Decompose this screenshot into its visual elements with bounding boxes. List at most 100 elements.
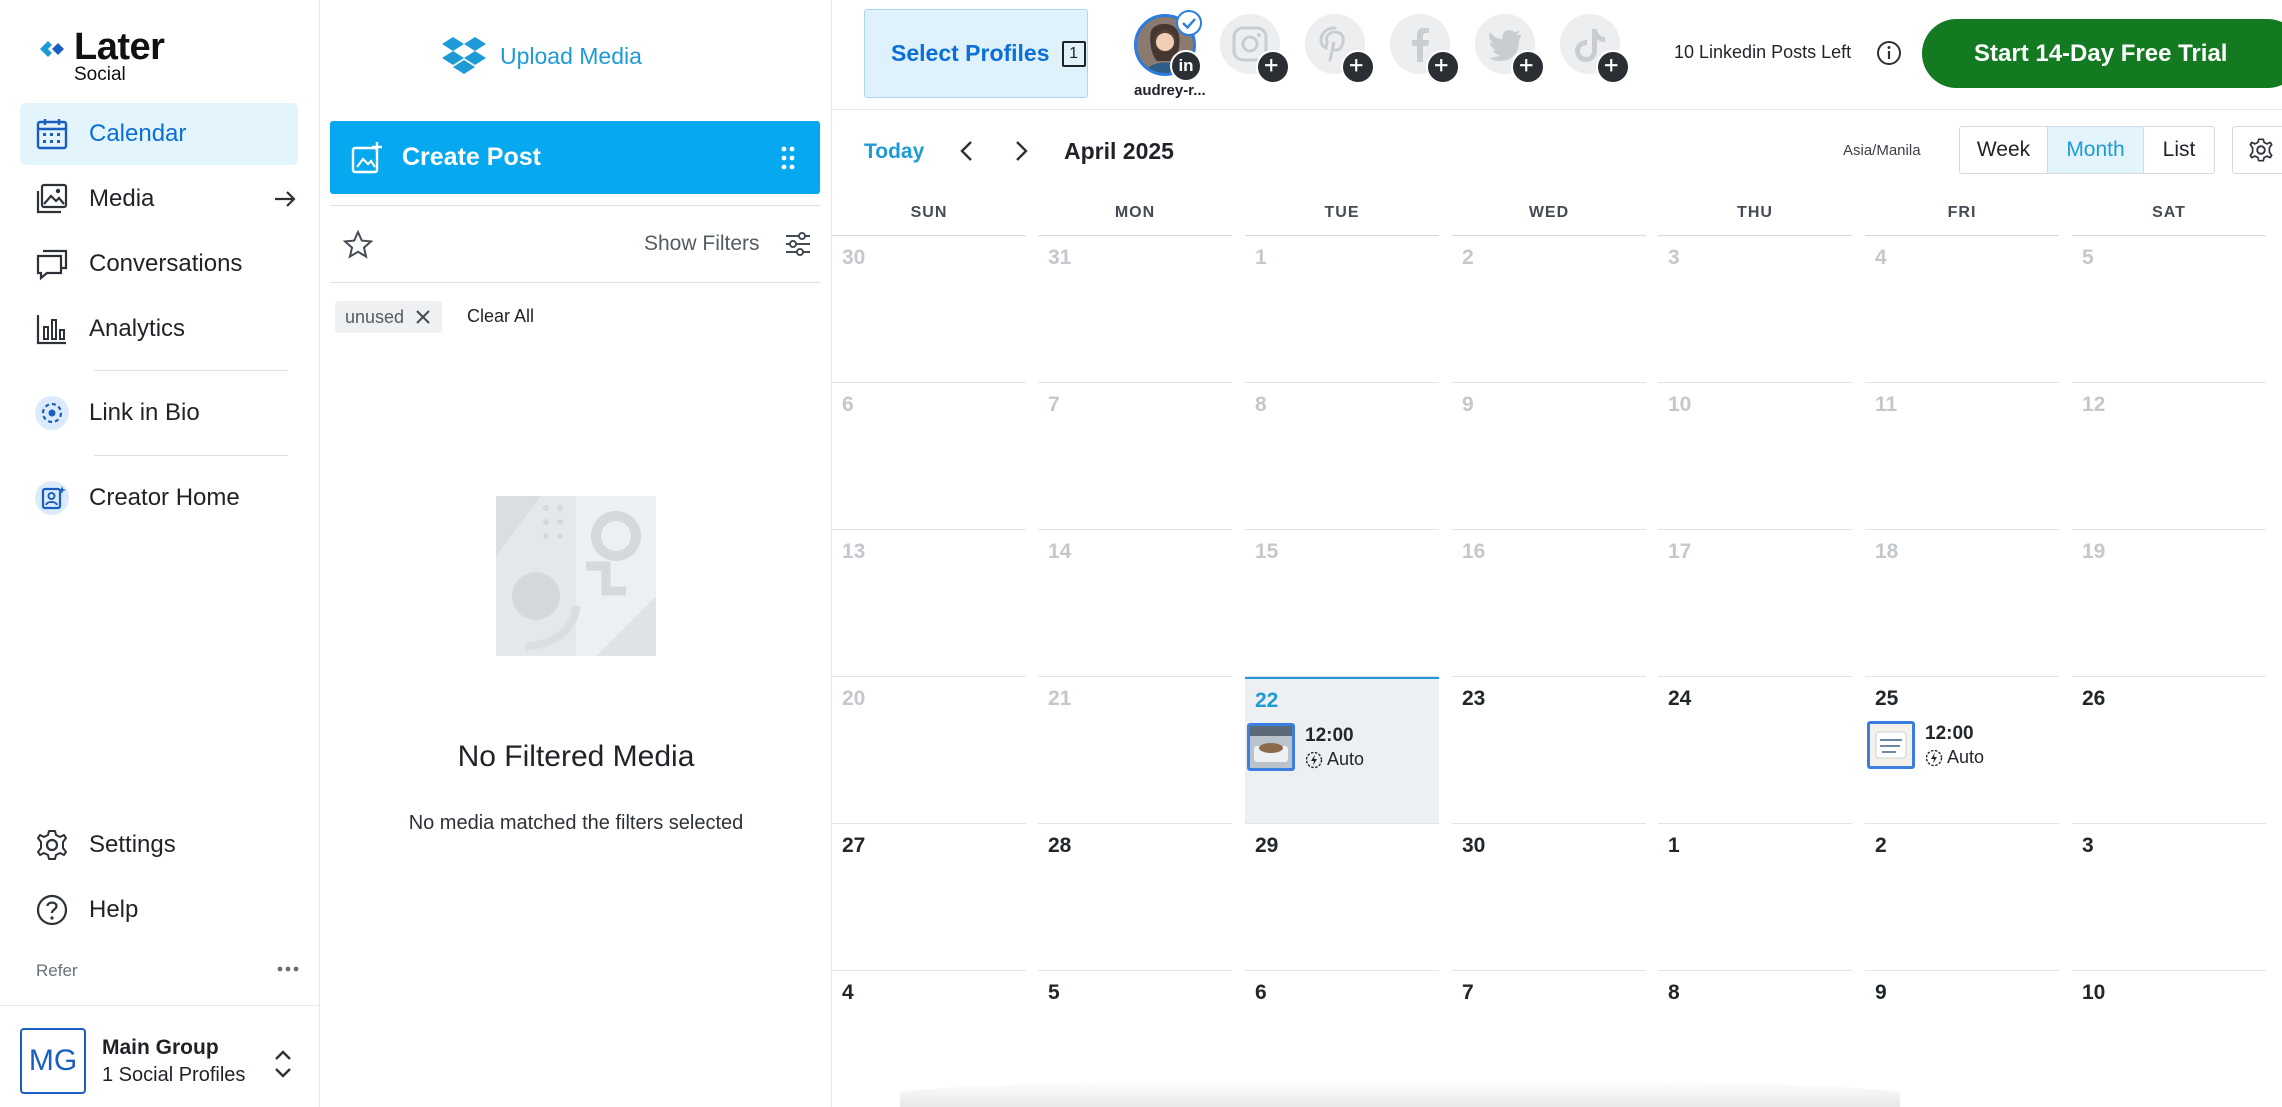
calendar-day-cell[interactable]: 23 [1452, 677, 1646, 824]
calendar-day-cell[interactable]: 2 [1865, 824, 2059, 971]
calendar-day-cell[interactable]: 7 [1038, 383, 1232, 530]
calendar-day-cell[interactable]: 17 [1658, 530, 1852, 677]
start-free-trial-button[interactable]: Start 14-Day Free Trial [1922, 19, 2282, 88]
timezone-label[interactable]: Asia/Manila [1843, 142, 1921, 159]
calendar-day-cell[interactable]: 30 [1452, 824, 1646, 971]
profile-linkedin-active[interactable]: in [1134, 10, 1202, 82]
chevron-right-icon[interactable] [1008, 138, 1034, 164]
add-facebook-profile[interactable] [1390, 14, 1460, 84]
nav-analytics[interactable]: Analytics [20, 298, 298, 360]
create-post-button[interactable]: Create Post [330, 121, 820, 194]
logo-word: Later [74, 26, 165, 68]
later-logo[interactable]: Later Social [38, 26, 198, 86]
calendar-day-cell[interactable]: 21 [1038, 677, 1232, 824]
calendar-day-cell[interactable]: 16 [1452, 530, 1646, 677]
panel-divider [330, 282, 820, 283]
calendar-day-cell[interactable]: 28 [1038, 824, 1232, 971]
calendar-day-cell[interactable]: 10 [2072, 971, 2266, 1107]
scheduled-post[interactable]: 12:00 Auto [1247, 723, 1427, 775]
calendar-day-cell[interactable]: 26 [2072, 677, 2266, 824]
help-icon [34, 892, 70, 928]
calendar-day-cell[interactable]: 13 [832, 530, 1026, 677]
empty-media-illustration [496, 496, 656, 656]
filter-chip-unused[interactable]: unused [335, 301, 443, 333]
calendar-day-cell[interactable]: 10 [1658, 383, 1852, 530]
calendar-day-cell[interactable]: 18 [1865, 530, 2059, 677]
calendar-day-cell[interactable]: 9 [1452, 383, 1646, 530]
upload-media-button[interactable]: Upload Media [442, 34, 742, 78]
close-icon[interactable] [414, 308, 432, 326]
add-pinterest-profile[interactable] [1305, 14, 1375, 84]
clear-all-filters[interactable]: Clear All [467, 306, 534, 327]
add-instagram-profile[interactable] [1220, 14, 1290, 84]
calendar-day-cell[interactable]: 12 [2072, 383, 2266, 530]
calendar-day-cell[interactable]: 31 [1038, 236, 1232, 383]
day-number: 7 [1048, 393, 1060, 416]
post-publish-mode: Auto [1305, 749, 1364, 770]
post-mode-label: Auto [1947, 747, 1985, 767]
calendar-day-cell[interactable]: 19 [2072, 530, 2266, 677]
day-number: 23 [1462, 687, 1486, 710]
select-profiles-button[interactable]: Select Profiles 1 [864, 9, 1088, 98]
calendar-day-cell[interactable]: 24 [1658, 677, 1852, 824]
chevron-up-down-icon[interactable] [272, 1046, 294, 1082]
info-icon[interactable] [1876, 40, 1902, 66]
nav-calendar[interactable]: Calendar [20, 103, 298, 165]
calendar-day-cell[interactable]: 4 [1865, 236, 2059, 383]
calendar-day-cell[interactable]: 15 [1245, 530, 1439, 677]
media-library-panel: Upload Media Create Post Show Filters un… [320, 0, 832, 1107]
nav-settings[interactable]: Settings [20, 814, 298, 876]
nav-media[interactable]: Media [20, 168, 298, 230]
group-switcher[interactable]: MG Main Group 1 Social Profiles [0, 1005, 320, 1107]
today-button[interactable]: Today [864, 140, 924, 164]
day-number: 9 [1875, 981, 1887, 1004]
arrow-right-icon[interactable] [272, 186, 298, 212]
nav-conversations[interactable]: Conversations [20, 233, 298, 295]
view-month[interactable]: Month [2048, 127, 2144, 173]
calendar-day-cell[interactable]: 5 [2072, 236, 2266, 383]
calendar-day-cell[interactable]: 22 12:00 Auto [1245, 677, 1439, 824]
chevron-left-icon[interactable] [954, 138, 980, 164]
calendar-day-cell[interactable]: 29 [1245, 824, 1439, 971]
calendar-day-cell[interactable]: 27 [832, 824, 1026, 971]
day-number: 1 [1255, 246, 1267, 269]
add-twitter-profile[interactable] [1475, 14, 1545, 84]
nav-link-in-bio[interactable]: Link in Bio [20, 382, 298, 444]
day-number: 8 [1668, 981, 1680, 1004]
show-filters-label: Show Filters [644, 232, 760, 255]
drag-handle-icon[interactable] [780, 145, 796, 171]
refer-label[interactable]: Refer [36, 961, 78, 981]
nav-creator-home[interactable]: Creator Home [20, 467, 298, 529]
star-icon[interactable] [343, 230, 373, 260]
upload-media-label: Upload Media [500, 42, 642, 69]
calendar-day-cell[interactable]: 1 [1658, 824, 1852, 971]
view-week[interactable]: Week [1960, 127, 2048, 173]
day-number: 10 [1668, 393, 1692, 416]
empty-state-subtitle: No media matched the filters selected [408, 812, 744, 834]
show-filters-button[interactable]: Show Filters [620, 226, 812, 262]
calendar-day-cell[interactable]: 14 [1038, 530, 1232, 677]
calendar-day-cell[interactable]: 30 [832, 236, 1026, 383]
posts-left-text: 10 Linkedin Posts Left [1674, 42, 1852, 62]
weekday-mon: MON [1114, 204, 1156, 221]
view-list[interactable]: List [2144, 127, 2214, 173]
day-number: 24 [1668, 687, 1692, 710]
nav-help[interactable]: Help [20, 879, 298, 941]
nav-calendar-label: Calendar [89, 120, 187, 147]
calendar-day-cell[interactable]: 25 12:00 Auto [1865, 677, 2059, 824]
scheduled-post[interactable]: 12:00 Auto [1867, 721, 2047, 773]
calendar-day-cell[interactable]: 9 [1865, 971, 2059, 1107]
more-horizontal-icon[interactable] [276, 962, 300, 976]
calendar-day-cell[interactable]: 20 [832, 677, 1026, 824]
calendar-day-cell[interactable]: 1 [1245, 236, 1439, 383]
calendar-day-cell[interactable]: 8 [1245, 383, 1439, 530]
calendar-settings-button[interactable] [2232, 126, 2282, 174]
calendar-day-cell[interactable]: 2 [1452, 236, 1646, 383]
day-number: 10 [2082, 981, 2106, 1004]
empty-state-title: No Filtered Media [457, 740, 695, 773]
calendar-day-cell[interactable]: 11 [1865, 383, 2059, 530]
calendar-day-cell[interactable]: 6 [832, 383, 1026, 530]
add-tiktok-profile[interactable] [1560, 14, 1630, 84]
calendar-day-cell[interactable]: 3 [1658, 236, 1852, 383]
calendar-day-cell[interactable]: 3 [2072, 824, 2266, 971]
